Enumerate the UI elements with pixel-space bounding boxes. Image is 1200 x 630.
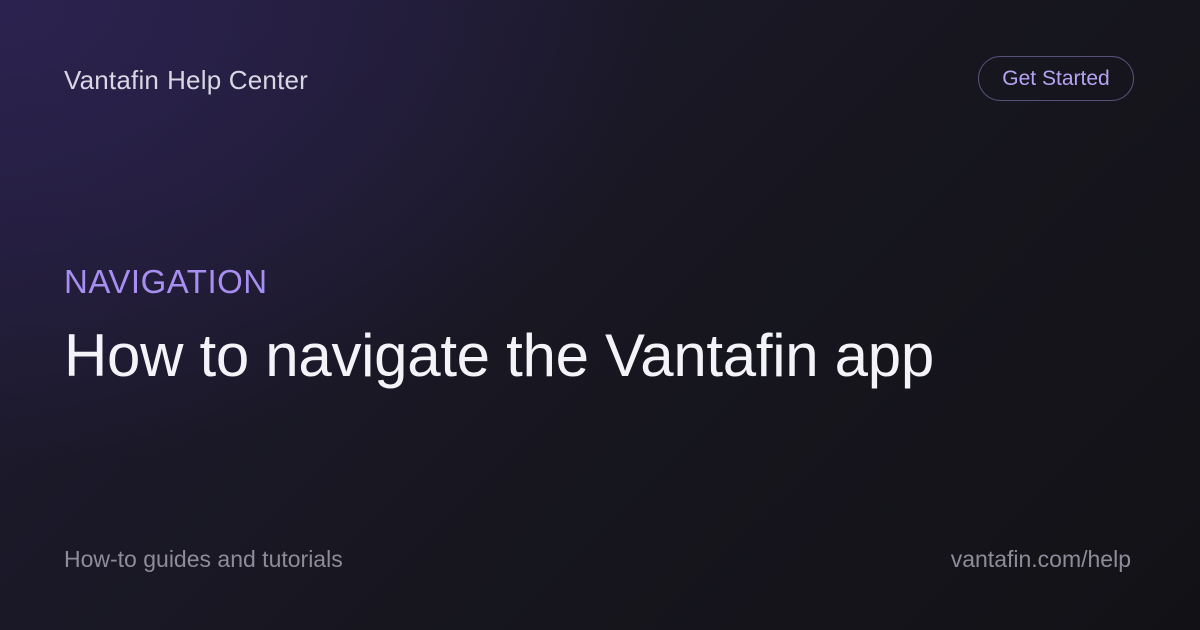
article-category: NAVIGATION (64, 263, 268, 300)
get-started-button[interactable]: Get Started (978, 56, 1134, 101)
brand-suffix: Help Center (167, 65, 309, 95)
site-url[interactable]: vantafin.com/help (951, 545, 1131, 573)
brand-name: Vantafin (64, 65, 160, 95)
brand-logo[interactable]: Vantafin Help Center (64, 64, 308, 96)
social-card: Vantafin Help Center Get Started NAVIGATI… (0, 0, 1200, 630)
article-title: How to navigate the Vantafin app (64, 322, 934, 389)
footer-tagline: How-to guides and tutorials (64, 546, 343, 572)
